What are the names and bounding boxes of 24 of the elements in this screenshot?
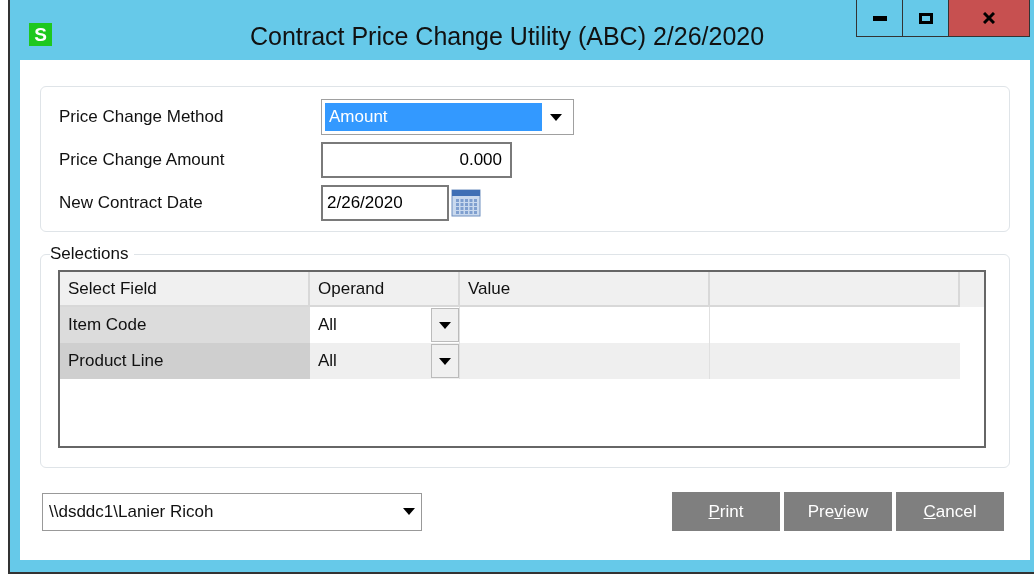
caret-icon — [439, 357, 451, 365]
dialog-button[interactable]: Cancel — [896, 492, 1004, 531]
operand-dropdown-button[interactable] — [431, 344, 459, 378]
date-field[interactable]: 2/26/2020 — [321, 185, 449, 221]
dropdown-arrow-icon — [550, 113, 562, 121]
selection-row[interactable]: Product Line All — [60, 343, 960, 379]
operand-cell[interactable]: All — [310, 312, 431, 338]
operand-cell[interactable]: All — [310, 348, 431, 374]
calendar-icon[interactable] — [451, 189, 481, 217]
window-title: Contract Price Change Utility (ABC) 2/26/2020 — [250, 21, 765, 52]
operand-dropdown-button[interactable] — [431, 308, 459, 342]
table-cell: Item Code — [60, 307, 310, 343]
printer-dropdown[interactable]: \\dsddc1\Lanier Ricoh — [42, 492, 422, 531]
amount-field[interactable]: 0.000 — [321, 142, 512, 178]
caret-icon — [439, 321, 451, 329]
field-label: Price Change Amount — [59, 149, 226, 172]
field-label: New Contract Date — [59, 192, 204, 215]
close-icon — [983, 12, 995, 24]
dialog-button[interactable]: Preview — [784, 492, 892, 531]
dialog-button[interactable]: Print — [672, 492, 780, 531]
table-cell: Product Line — [60, 343, 310, 379]
app-logo-icon: S — [29, 23, 52, 46]
dropdown-arrow-icon — [403, 508, 415, 515]
field-label: Price Change Method — [59, 106, 225, 129]
